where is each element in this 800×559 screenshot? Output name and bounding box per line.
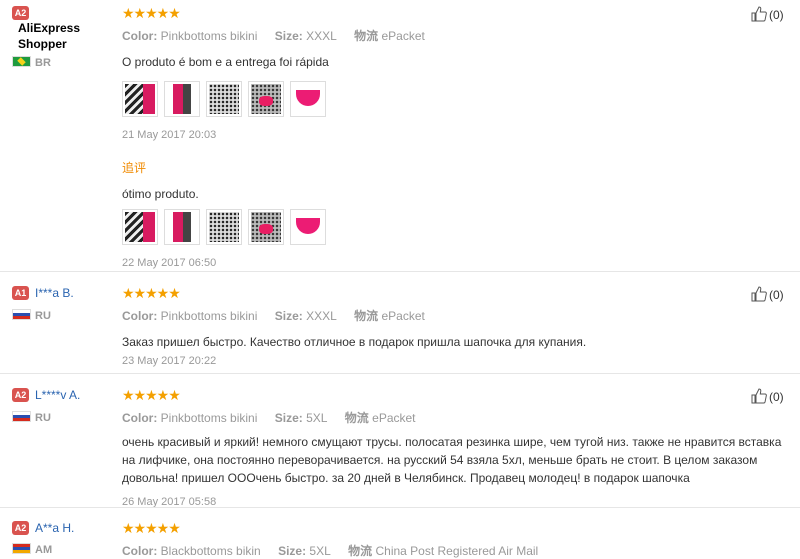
helpful-button[interactable]: (0) bbox=[751, 286, 784, 302]
reviewer-name[interactable]: I***a B. bbox=[35, 286, 74, 300]
star-rating: ★★★★★ bbox=[122, 5, 181, 21]
review-text: Заказ пришел быстро. Качество отличное в… bbox=[122, 335, 587, 349]
review-photo[interactable] bbox=[248, 209, 284, 245]
review-photo[interactable] bbox=[206, 209, 242, 245]
thumbs-up-icon bbox=[751, 286, 767, 302]
follow-up-text: ótimo produto. bbox=[122, 187, 199, 201]
review-photos bbox=[122, 81, 787, 117]
helpful-button[interactable]: (0) bbox=[751, 388, 784, 404]
russia-flag-icon bbox=[12, 411, 31, 422]
review-photo[interactable] bbox=[122, 81, 158, 117]
follow-up-photos bbox=[122, 209, 787, 245]
level-badge: A2 bbox=[12, 388, 29, 402]
brazil-flag-icon bbox=[12, 56, 31, 67]
reviewer-info: A2 L****v A. RU bbox=[12, 388, 112, 424]
reviewer-name: AliExpress Shopper bbox=[18, 21, 81, 51]
level-badge: A1 bbox=[12, 286, 29, 300]
review-body: ★★★★★ Color: Pinkbottoms bikini Size: XX… bbox=[122, 285, 787, 368]
review-body: ★★★★★ Color: Pinkbottoms bikini Size: XX… bbox=[122, 6, 787, 269]
star-rating: ★★★★★ bbox=[122, 520, 181, 536]
review-photo[interactable] bbox=[248, 81, 284, 117]
star-rating: ★★★★★ bbox=[122, 285, 181, 301]
review-photo[interactable] bbox=[290, 209, 326, 245]
reviewer-name[interactable]: A**a H. bbox=[35, 521, 74, 535]
review-text: O produto é bom e a entrega foi rápida bbox=[122, 55, 329, 69]
review-photo[interactable] bbox=[206, 81, 242, 117]
helpful-button[interactable]: (0) bbox=[751, 6, 784, 22]
reviewer-country: AM bbox=[12, 543, 112, 556]
review-date: 23 May 2017 20:22 bbox=[122, 355, 217, 367]
review-date: 21 May 2017 20:03 bbox=[122, 129, 217, 141]
level-badge: A2 bbox=[12, 521, 29, 535]
armenia-flag-icon bbox=[12, 543, 31, 554]
purchase-attributes: Color: Pinkbottoms bikini Size: XXXL 物流 … bbox=[122, 309, 425, 323]
follow-up-date: 22 May 2017 06:50 bbox=[122, 257, 217, 269]
review-divider bbox=[0, 373, 800, 374]
purchase-attributes: Color: Pinkbottoms bikini Size: 5XL 物流 e… bbox=[122, 411, 416, 425]
review-photo[interactable] bbox=[290, 81, 326, 117]
purchase-attributes: Color: Blackbottoms bikin Size: 5XL 物流 C… bbox=[122, 544, 539, 558]
thumbs-up-icon bbox=[751, 6, 767, 22]
review-photo[interactable] bbox=[122, 209, 158, 245]
star-rating: ★★★★★ bbox=[122, 387, 181, 403]
purchase-attributes: Color: Pinkbottoms bikini Size: XXXL 物流 … bbox=[122, 29, 425, 43]
reviewer-country: RU bbox=[12, 411, 112, 424]
level-badge: A2 bbox=[12, 6, 29, 20]
russia-flag-icon bbox=[12, 309, 31, 320]
follow-up-label: 追评 bbox=[122, 161, 147, 175]
reviewer-info: A2AliExpress Shopper BR bbox=[12, 6, 112, 69]
review-body: ★★★★★ Color: Blackbottoms bikin Size: 5X… bbox=[122, 521, 787, 559]
reviewer-name[interactable]: L****v A. bbox=[35, 388, 80, 402]
reviewer-info: A2 A**a H. AM bbox=[12, 521, 112, 556]
review-text: очень красивый и яркий! немного смущают … bbox=[122, 435, 782, 485]
review-divider bbox=[0, 507, 800, 508]
review-divider bbox=[0, 271, 800, 272]
reviewer-info: A1 I***a B. RU bbox=[12, 286, 112, 322]
review-body: ★★★★★ Color: Pinkbottoms bikini Size: 5X… bbox=[122, 387, 787, 509]
review-photo[interactable] bbox=[164, 81, 200, 117]
review-photo[interactable] bbox=[164, 209, 200, 245]
thumbs-up-icon bbox=[751, 388, 767, 404]
reviewer-country: BR bbox=[12, 56, 112, 69]
reviewer-country: RU bbox=[12, 309, 112, 322]
